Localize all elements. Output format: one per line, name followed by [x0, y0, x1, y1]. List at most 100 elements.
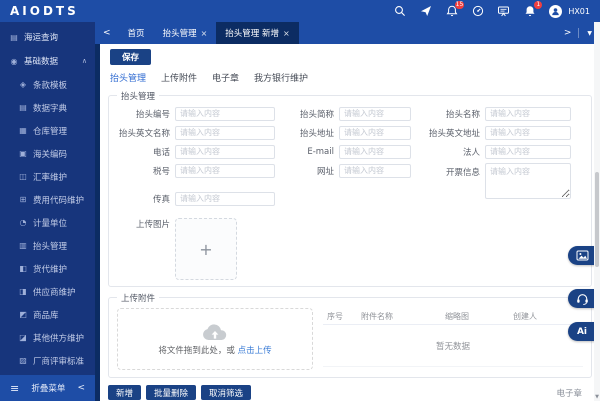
menu-icon[interactable]: ≡ — [10, 382, 19, 395]
chevron-up-icon: ∧ — [81, 57, 87, 65]
tab-scroll-left-icon[interactable]: < — [95, 28, 119, 38]
top-bar: AIODTS 15 1 HX01 — [0, 0, 600, 22]
sidebar-item-header-management[interactable]: ▥ 抬头管理 — [0, 234, 95, 257]
upload-image-button[interactable]: + — [175, 218, 237, 280]
subtab-upload-attachment[interactable]: 上传附件 — [161, 71, 197, 84]
field-label: 抬头英文地址 — [428, 128, 480, 139]
form-field: 开票信息 — [425, 163, 581, 199]
message-bell-icon[interactable]: 15 — [445, 0, 465, 18]
header-code-input[interactable] — [175, 106, 275, 121]
sidebar-item-label: 商品库 — [33, 310, 59, 321]
tab-label: 抬头管理 新增 — [225, 29, 279, 39]
data-dictionary-icon: ▤ — [19, 103, 27, 112]
sidebar-item-vendor-review[interactable]: ▨ 厂商评审标准 — [0, 349, 95, 372]
alert-badge: 1 — [534, 0, 543, 9]
sidebar-item-label: 供应商维护 — [33, 287, 76, 298]
sidebar-item-label: 其他供方维护 — [33, 333, 85, 344]
email-input[interactable] — [339, 144, 411, 159]
field-label: 法人 — [462, 147, 480, 158]
clause-template-icon: ◈ — [19, 80, 27, 89]
header-english-name-input[interactable] — [175, 125, 275, 140]
user-avatar[interactable] — [549, 4, 563, 18]
field-label: E-mail — [307, 146, 334, 157]
fax-input[interactable] — [175, 191, 275, 206]
sidebar-item-exchange-rate[interactable]: ◫ 汇率维护 — [0, 165, 95, 188]
form-field: 传真 — [109, 191, 287, 206]
add-button[interactable]: 新增 — [108, 385, 142, 400]
click-upload-link[interactable]: 点击上传 — [238, 346, 272, 356]
content-scrollbar[interactable]: ▼ — [594, 22, 600, 401]
sidebar-item-fee-code[interactable]: ⊞ 费用代码维护 — [0, 188, 95, 211]
upload-image-field: 上传图片 + — [109, 218, 287, 280]
sidebar-item-label: 汇率维护 — [33, 172, 68, 183]
field-label: 网址 — [316, 166, 334, 177]
header-name-input[interactable] — [485, 106, 571, 121]
file-dropzone[interactable]: 将文件拖到此处，或 点击上传 — [117, 308, 313, 370]
image-fab-button[interactable] — [568, 246, 596, 265]
sidebar-collapse-bar[interactable]: ≡ 折叠菜单 < — [0, 375, 95, 401]
header-management-icon: ▥ — [19, 241, 27, 250]
search-icon[interactable] — [393, 5, 406, 18]
website-input[interactable] — [339, 163, 411, 178]
sidebar-item-unit[interactable]: ◔ 计量单位 — [0, 211, 95, 234]
sidebar-menu: ▤ 海运查询 ◉ 基础数据 ∧ ◈ 条款模板 ▤ 数据字典 ▦ 仓库管理 ▣ 海… — [0, 22, 95, 375]
tab-label: 抬头管理 — [162, 29, 197, 39]
sidebar-item-clause-template[interactable]: ◈ 条款模板 — [0, 73, 95, 96]
phone-input[interactable] — [175, 144, 275, 159]
legal-person-input[interactable] — [485, 144, 571, 159]
field-label: 上传图片 — [135, 220, 170, 230]
tab-home[interactable]: 首页 — [119, 22, 154, 44]
cancel-filter-button[interactable]: 取消筛选 — [201, 385, 252, 400]
subtab-header-management[interactable]: 抬头管理 — [110, 71, 146, 84]
sidebar-item-forwarder[interactable]: ◧ 货代维护 — [0, 257, 95, 280]
subtab-our-bank[interactable]: 我方银行维护 — [254, 71, 308, 84]
alert-bell-icon[interactable]: 1 — [523, 0, 543, 18]
batch-delete-button[interactable]: 批量删除 — [146, 385, 197, 400]
sidebar-item-label: 仓库管理 — [33, 126, 68, 137]
tab-header-management[interactable]: 抬头管理 × — [154, 22, 217, 44]
tab-header-management-new[interactable]: 抬头管理 新增 × — [216, 22, 299, 44]
sidebar-item-supplier[interactable]: ◨ 供应商维护 — [0, 280, 95, 303]
close-icon[interactable]: × — [283, 29, 290, 38]
send-icon[interactable] — [419, 5, 432, 18]
sidebar-item-warehouse[interactable]: ▦ 仓库管理 — [0, 119, 95, 142]
form-field: E-mail — [287, 144, 425, 159]
invoice-info-textarea[interactable] — [485, 163, 571, 199]
header-english-address-input[interactable] — [485, 125, 571, 140]
sidebar-item-base-data[interactable]: ◉ 基础数据 ∧ — [0, 49, 95, 73]
save-button[interactable]: 保存 — [110, 49, 152, 65]
customer-service-fab-button[interactable] — [568, 289, 596, 308]
close-icon[interactable]: × — [201, 29, 208, 38]
header-address-input[interactable] — [339, 125, 411, 140]
picture-icon — [576, 250, 588, 261]
form-column-1: 抬头编号 抬头英文名称 电话 — [109, 106, 287, 280]
sidebar-item-product-library[interactable]: ◩ 商品库 — [0, 303, 95, 326]
field-label: 抬头名称 — [445, 109, 480, 120]
field-label: 开票信息 — [445, 168, 480, 178]
customs-code-icon: ▣ — [19, 149, 27, 158]
field-label: 抬头简称 — [299, 109, 334, 120]
scrollbar-thumb[interactable] — [595, 172, 599, 267]
main-area: ▤ 海运查询 ◉ 基础数据 ∧ ◈ 条款模板 ▤ 数据字典 ▦ 仓库管理 ▣ 海… — [0, 22, 600, 401]
tax-number-input[interactable] — [175, 163, 275, 178]
dashboard-icon[interactable] — [471, 5, 484, 18]
attachments-table: 序号 附件名称 缩略图 创建人 暂无数据 — [323, 308, 583, 370]
dropzone-text: 将文件拖到此处，或 点击上传 — [158, 344, 271, 356]
tab-label: 首页 — [127, 29, 145, 39]
sidebar-item-data-dictionary[interactable]: ▤ 数据字典 — [0, 96, 95, 119]
scrollbar-down-arrow-icon[interactable]: ▼ — [594, 394, 600, 400]
form-field: 税号 — [109, 163, 287, 178]
right-panel: < 首页 抬头管理 × 抬头管理 新增 × > ▼ 保存 抬头管理 上传附件 电… — [95, 22, 600, 401]
sidebar-item-customs-code[interactable]: ▣ 海关编码 — [0, 142, 95, 165]
field-label: 抬头英文名称 — [118, 128, 170, 139]
sidebar-item-other-vendor[interactable]: ◪ 其他供方维护 — [0, 326, 95, 349]
username-label[interactable]: HX01 — [568, 7, 590, 16]
chevron-left-icon[interactable]: < — [77, 383, 85, 393]
subtab-e-stamp[interactable]: 电子章 — [212, 71, 239, 84]
header-short-name-input[interactable] — [339, 106, 411, 121]
ai-fab-button[interactable]: Ai — [568, 322, 596, 341]
tab-scroll-right-icon[interactable]: > — [557, 28, 580, 38]
sidebar-item-label: 基础数据 — [24, 57, 59, 67]
board-icon[interactable] — [497, 5, 510, 18]
sidebar-item-sea-query[interactable]: ▤ 海运查询 — [0, 25, 95, 49]
